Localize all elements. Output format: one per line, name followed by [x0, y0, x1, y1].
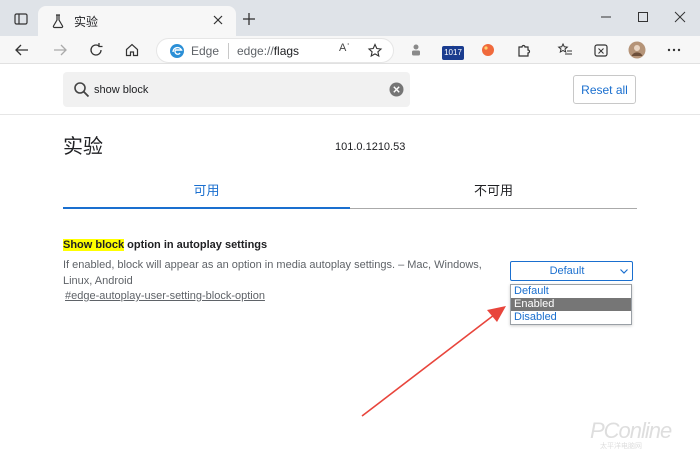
- more-dots-icon: [667, 48, 681, 52]
- new-tab-icon[interactable]: [240, 10, 258, 28]
- option-default[interactable]: Default: [511, 285, 631, 298]
- clear-search-icon[interactable]: [389, 82, 404, 97]
- search-box: [63, 72, 410, 107]
- flag-state-select[interactable]: Default: [510, 261, 633, 281]
- back-button[interactable]: [12, 40, 32, 60]
- minimize-icon: [601, 16, 611, 18]
- home-button[interactable]: [122, 40, 142, 60]
- tab-strip: 实验: [0, 0, 700, 36]
- select-value: Default: [549, 265, 585, 277]
- window-close-button[interactable]: [671, 8, 689, 26]
- edge-logo-icon: [170, 44, 184, 58]
- collections-icon: [594, 44, 608, 57]
- extension-c-button[interactable]: [478, 40, 498, 60]
- forward-arrow-icon: [54, 44, 67, 56]
- active-tab-indicator: [63, 207, 350, 209]
- extensions-puzzle-icon: [518, 44, 531, 57]
- chevron-down-icon: [620, 269, 628, 274]
- flags-header: Reset all: [0, 65, 700, 115]
- page-title: 实验: [63, 136, 103, 158]
- extension-a-button[interactable]: [406, 40, 426, 60]
- url-text: edge://flags: [237, 44, 300, 58]
- favorites-list-icon: [557, 42, 572, 55]
- site-name: Edge: [191, 44, 220, 58]
- refresh-icon: [90, 43, 103, 56]
- avatar: [628, 41, 646, 59]
- puzzle-person-icon: [412, 44, 420, 56]
- orange-blob-icon: [482, 44, 494, 56]
- tab-divider: [350, 208, 637, 209]
- toolbar: Edge edge://flags Aʾ: [0, 36, 700, 64]
- version-number: 101.0.1210.53: [335, 141, 406, 153]
- option-disabled[interactable]: Disabled: [511, 311, 631, 324]
- search-input[interactable]: [94, 81, 374, 98]
- search-highlight: Show block: [63, 239, 125, 251]
- flask-icon: [52, 14, 64, 29]
- tab-experiments[interactable]: 实验: [38, 6, 236, 36]
- favorites-button[interactable]: [555, 40, 575, 60]
- tab-actions-button[interactable]: [8, 6, 34, 32]
- maximize-icon: [638, 12, 648, 22]
- minimize-button[interactable]: [597, 8, 615, 26]
- extensions-button[interactable]: [514, 40, 534, 60]
- profile-button[interactable]: [627, 40, 647, 60]
- close-icon[interactable]: [210, 12, 226, 28]
- maximize-button[interactable]: [634, 8, 652, 26]
- back-arrow-icon: [15, 44, 28, 56]
- extension-badge: 1017: [442, 46, 464, 60]
- option-enabled[interactable]: Enabled: [511, 298, 631, 311]
- watermark-subtitle: 太平洋电脑网: [600, 443, 642, 450]
- add-favorite-icon[interactable]: [367, 43, 383, 59]
- collections-button[interactable]: [591, 40, 611, 60]
- more-options-button[interactable]: [664, 40, 684, 60]
- window-close-icon: [674, 11, 686, 23]
- flag-permalink[interactable]: #edge-autoplay-user-setting-block-option: [65, 290, 265, 302]
- tab-title: 实验: [74, 15, 99, 29]
- select-dropdown: Default Enabled Disabled: [510, 284, 632, 325]
- address-bar[interactable]: Edge edge://flags Aʾ: [156, 38, 394, 63]
- flag-description: If enabled, block will appear as an opti…: [63, 259, 482, 287]
- search-icon: [74, 82, 90, 98]
- reset-all-button[interactable]: Reset all: [573, 75, 636, 104]
- address-separator: [228, 43, 229, 59]
- read-aloud-icon[interactable]: Aʾ: [339, 42, 350, 54]
- refresh-button[interactable]: [86, 40, 106, 60]
- home-icon: [125, 43, 139, 57]
- forward-button[interactable]: [50, 40, 70, 60]
- flag-title: Show block option in autoplay settings: [63, 239, 268, 251]
- tab-actions-icon: [14, 13, 28, 25]
- tab-available[interactable]: 可用: [63, 180, 350, 199]
- tab-unavailable[interactable]: 不可用: [350, 180, 637, 199]
